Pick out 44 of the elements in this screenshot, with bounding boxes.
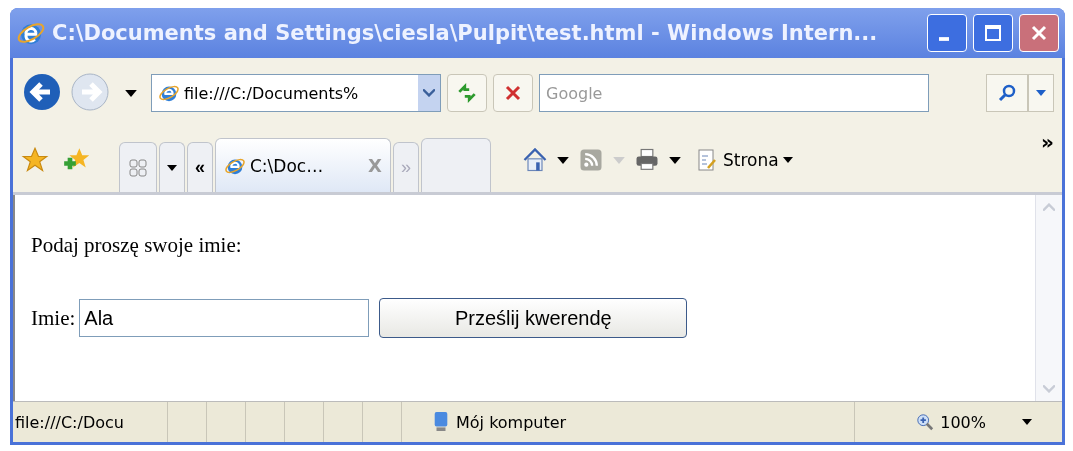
caret-icon[interactable]: [669, 156, 681, 164]
minimize-button[interactable]: [927, 14, 967, 52]
close-button[interactable]: [1019, 14, 1059, 52]
computer-icon: [432, 411, 450, 433]
name-field[interactable]: Ala: [79, 299, 370, 337]
tab-list-button[interactable]: [159, 142, 185, 192]
maximize-button[interactable]: [973, 14, 1013, 52]
caret-icon[interactable]: [557, 156, 569, 164]
status-text: file:///C:/Docu: [13, 402, 168, 442]
refresh-button[interactable]: [447, 74, 487, 112]
caret-icon[interactable]: [125, 89, 137, 97]
window-title: C:\Documents and Settings\ciesla\Pulpit\test.html - Windows Intern...: [52, 21, 879, 45]
chevron-icon: [423, 89, 435, 97]
search-field[interactable]: Google: [539, 74, 929, 112]
search-button[interactable]: [986, 74, 1028, 112]
page-menu-button[interactable]: Strona: [689, 146, 799, 174]
caret-icon: [1022, 419, 1032, 425]
search-options-button[interactable]: [1028, 74, 1054, 112]
more-tools-button[interactable]: »: [1041, 130, 1054, 154]
scroll-tabs-left-button[interactable]: «: [187, 142, 213, 192]
page-edit-icon: [695, 147, 719, 173]
caret-icon: [782, 157, 793, 163]
security-zone: Mój komputer: [402, 402, 855, 442]
refresh-icon: [456, 82, 478, 104]
browser-tab[interactable]: C:\Doc… X: [215, 138, 391, 192]
minimize-icon: [939, 37, 949, 41]
tab-label: C:\Doc…: [250, 155, 324, 176]
caret-icon: [1036, 90, 1046, 96]
close-icon: [1029, 23, 1049, 43]
zoom-level[interactable]: 100%: [914, 402, 1062, 442]
prompt-text: Podaj proszę swoje imie:: [31, 233, 243, 258]
grid-icon: [128, 157, 148, 178]
dropdown-button[interactable]: [418, 75, 440, 111]
star-icon[interactable]: [21, 146, 49, 174]
caret-icon: [167, 164, 177, 171]
zoom-icon: [916, 413, 935, 431]
stop-icon: [503, 83, 523, 103]
search-icon: [997, 83, 1017, 103]
field-label: Imie:: [31, 305, 76, 331]
home-icon[interactable]: [521, 146, 549, 174]
stop-button[interactable]: [493, 74, 533, 112]
address-field[interactable]: file:///C:/Documents%: [151, 74, 441, 112]
submit-button[interactable]: Prześlij kwerendę: [379, 298, 688, 338]
maximize-icon: [983, 23, 1003, 43]
